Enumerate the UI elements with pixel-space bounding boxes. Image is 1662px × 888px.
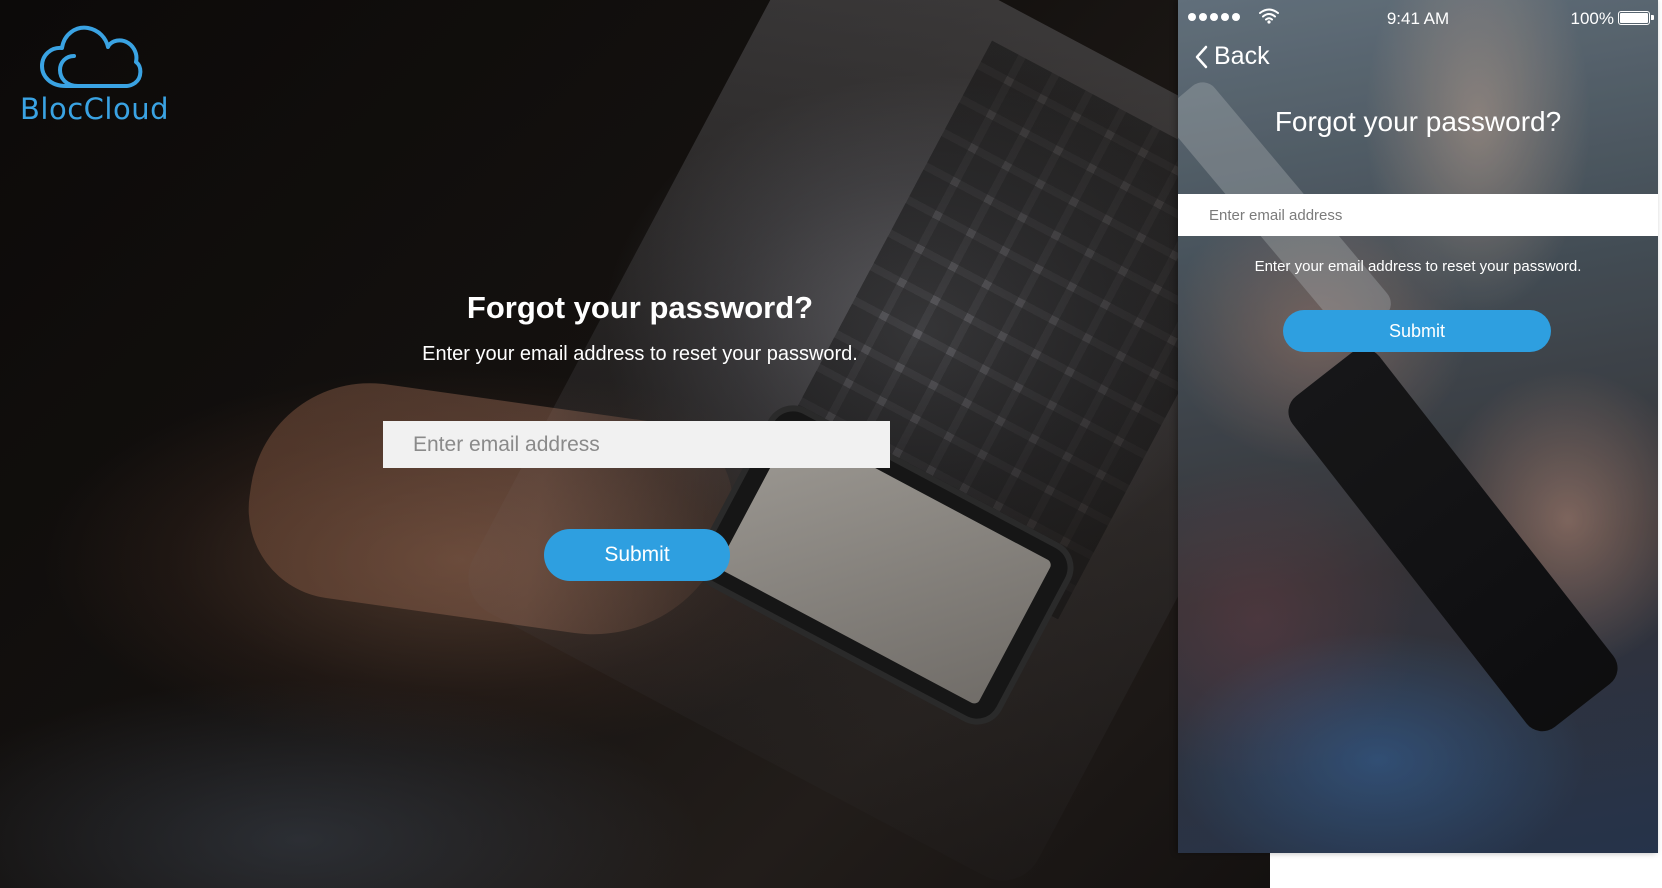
page-title: Forgot your password? <box>466 290 814 325</box>
desktop-view: BlocCloud Forgot your password? Enter yo… <box>0 0 1270 888</box>
battery-percent: 100% <box>1570 9 1614 28</box>
battery-icon <box>1618 11 1654 25</box>
status-bar: 9:41 AM 100% <box>1178 0 1658 36</box>
back-button[interactable]: Back <box>1194 42 1270 71</box>
bloccloud-logo[interactable]: BlocCloud <box>18 20 168 135</box>
page-subtitle: Enter your email address to reset your p… <box>422 343 858 365</box>
cloud-icon <box>40 25 143 88</box>
submit-button[interactable]: Submit <box>544 529 730 581</box>
mobile-page-title: Forgot your password? <box>1274 106 1562 137</box>
mobile-submit-button[interactable]: Submit <box>1283 310 1551 352</box>
mobile-view: 9:41 AM 100% Back Forgot your password? … <box>1178 0 1658 853</box>
back-label: Back <box>1214 42 1270 70</box>
chevron-left-icon <box>1195 45 1208 68</box>
logo-wordmark: BlocCloud <box>20 92 169 126</box>
mobile-email-input[interactable] <box>1178 194 1658 236</box>
background-photo-hand <box>237 367 743 653</box>
mobile-helper-text: Enter your email address to reset your p… <box>1254 258 1582 275</box>
background-photo-phone <box>1280 340 1626 740</box>
email-input[interactable] <box>383 421 890 468</box>
